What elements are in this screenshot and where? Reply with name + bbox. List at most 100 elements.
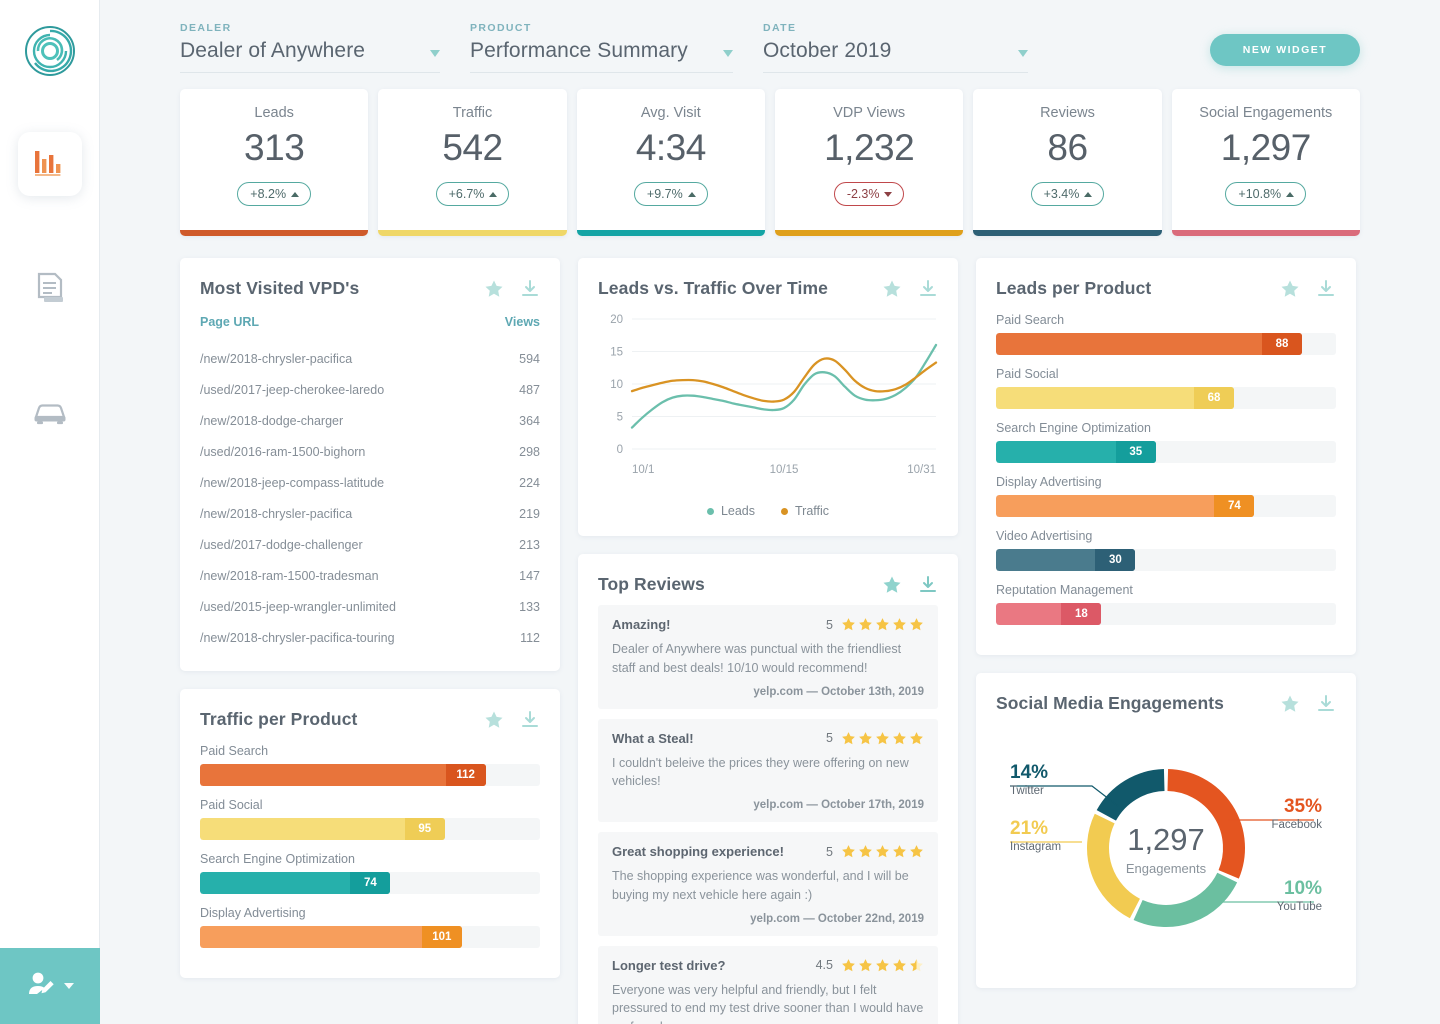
card-tools xyxy=(1280,694,1336,714)
table-row[interactable]: /used/2017-dodge-challenger 213 xyxy=(200,529,540,560)
donut-segment-twitter[interactable] xyxy=(1096,769,1165,822)
bar-track: 68 xyxy=(996,387,1336,409)
review-body: Everyone was very helpful and friendly, … xyxy=(612,982,924,1024)
cell-views: 133 xyxy=(519,599,540,614)
user-edit-icon xyxy=(26,970,56,1003)
y-axis-tick: 5 xyxy=(617,412,623,424)
kpi-delta-badge: +3.4% xyxy=(1030,182,1105,206)
bar-track: 95 xyxy=(200,818,540,840)
line-chart: 0 5 10 15 20 10/1 10/15 10/31 xyxy=(598,309,938,494)
line-series-traffic xyxy=(630,357,938,403)
review-source: yelp.com — October 17th, 2019 xyxy=(753,799,924,811)
y-axis-tick: 20 xyxy=(610,314,623,326)
table-row[interactable]: /new/2018-jeep-compass-latitude 224 xyxy=(200,467,540,498)
legend-item[interactable]: Traffic xyxy=(781,504,829,518)
bar-label: Display Advertising xyxy=(996,475,1102,489)
table-row[interactable]: /new/2018-ram-1500-tradesman 147 xyxy=(200,560,540,591)
filter-product-select[interactable]: Performance Summary xyxy=(470,39,733,73)
download-icon[interactable] xyxy=(1316,279,1336,299)
kpi-value: 542 xyxy=(442,127,503,168)
download-icon[interactable] xyxy=(918,575,938,595)
star-icon[interactable] xyxy=(1280,694,1300,714)
table-row[interactable]: /new/2018-dodge-charger 364 xyxy=(200,405,540,436)
table-row[interactable]: /new/2018-chrysler-pacifica-touring 112 xyxy=(200,622,540,653)
bar-track: 88 xyxy=(996,333,1336,355)
donut-label-name: Instagram xyxy=(1010,841,1061,853)
bar-row: Search Engine Optimization 74 xyxy=(200,852,540,894)
review-item[interactable]: Longer test drive? 4.5 Everyone was very h… xyxy=(598,945,938,1024)
review-item[interactable]: Amazing! 5 Dealer of Anywhere was punctual… xyxy=(598,605,938,709)
download-icon[interactable] xyxy=(520,279,540,299)
leads-vs-traffic-widget: Leads vs. Traffic Over Time 0 5 10 15 20 10/1… xyxy=(578,258,958,536)
donut-label-percent: 14% xyxy=(1010,762,1048,783)
bar-track: 18 xyxy=(996,603,1336,625)
filter-date-select[interactable]: October 2019 xyxy=(763,39,1028,73)
card-tools xyxy=(1280,279,1336,299)
star-icon[interactable] xyxy=(1280,279,1300,299)
bar-chart-icon xyxy=(33,147,67,182)
rating-value: 5 xyxy=(826,731,833,745)
donut-segment-youtube[interactable] xyxy=(1133,872,1238,927)
kpi-title: Traffic xyxy=(452,105,493,121)
filter-dealer-label: DEALER xyxy=(180,22,232,34)
star-rating xyxy=(841,958,924,973)
user-menu[interactable] xyxy=(0,948,100,1024)
most-visited-vpds-widget: Most Visited VPD's Page URL Views /new/2… xyxy=(180,258,560,671)
star-icon xyxy=(842,958,855,971)
social-media-engagements-widget: Social Media Engagements 1,297 Engagement… xyxy=(976,673,1356,988)
cell-page-url: /new/2018-chrysler-pacifica xyxy=(200,506,353,521)
star-icon[interactable] xyxy=(882,575,902,595)
download-icon[interactable] xyxy=(1316,694,1336,714)
star-icon xyxy=(910,845,923,858)
sidebar-item-dashboard[interactable] xyxy=(17,132,82,196)
review-body: The shopping experience was wonderful, a… xyxy=(612,869,909,902)
page-title: Traffic per Product xyxy=(200,709,358,729)
sidebar-nav xyxy=(17,132,82,448)
header: DEALER Dealer of Anywhere PRODUCT Perfor… xyxy=(100,0,1440,73)
sidebar-item-inventory[interactable] xyxy=(18,384,82,448)
review-rating: 5 xyxy=(826,617,924,632)
new-widget-button[interactable]: NEW WIDGET xyxy=(1210,34,1360,66)
legend-label: Leads xyxy=(720,504,755,518)
trend-up-icon xyxy=(291,191,300,197)
rating-value: 5 xyxy=(826,844,833,859)
table-row[interactable]: /used/2017-jeep-cherokee-laredo 487 xyxy=(200,374,540,405)
bar-label: Display Advertising xyxy=(200,906,306,920)
star-rating xyxy=(841,844,924,859)
bar-track: 74 xyxy=(200,872,540,894)
bar-label: Paid Search xyxy=(200,744,269,758)
sidebar-item-reports[interactable] xyxy=(18,258,82,322)
star-icon[interactable] xyxy=(484,279,504,299)
table-row[interactable]: /new/2018-chrysler-pacifica 219 xyxy=(200,498,540,529)
table-row[interactable]: /used/2015-jeep-wrangler-unlimited 133 xyxy=(200,591,540,622)
download-icon[interactable] xyxy=(520,710,540,730)
review-item[interactable]: What a Steal! 5 I couldn't beleive the pri… xyxy=(598,718,938,822)
kpi-delta-text: +3.4% xyxy=(1043,187,1080,201)
filter-dealer: DEALER Dealer of Anywhere xyxy=(180,22,440,73)
legend-item[interactable]: Leads xyxy=(706,504,755,518)
leads-bars: Paid Search 88 Paid Social 68 Search Engine … xyxy=(996,313,1336,625)
kpi-card: Reviews 86 +3.4% xyxy=(973,89,1162,236)
kpi-delta-text: +9.7% xyxy=(646,187,683,201)
download-icon[interactable] xyxy=(918,279,938,299)
bar-value: 35 xyxy=(1115,441,1156,463)
star-icon xyxy=(842,618,855,631)
table-row[interactable]: /new/2018-chrysler-pacifica 594 xyxy=(200,343,540,374)
kpi-card: Traffic 542 +6.7% xyxy=(378,89,567,236)
star-icon[interactable] xyxy=(484,710,504,730)
bar-label: Paid Social xyxy=(200,798,263,812)
kpi-delta-text: +6.7% xyxy=(448,187,485,201)
bar-track: 112 xyxy=(200,764,540,786)
bar-row: Paid Social 68 xyxy=(996,367,1336,409)
page-title: Social Media Engagements xyxy=(996,693,1225,713)
trend-down-icon xyxy=(884,191,893,197)
column-middle: Leads vs. Traffic Over Time 0 5 10 15 20 10/1… xyxy=(578,258,958,1024)
star-icon[interactable] xyxy=(882,279,902,299)
cell-page-url: /used/2016-ram-1500-bighorn xyxy=(200,444,366,459)
filter-dealer-select[interactable]: Dealer of Anywhere xyxy=(180,39,440,73)
table-row[interactable]: /used/2016-ram-1500-bighorn 298 xyxy=(200,436,540,467)
card-header: Most Visited VPD's xyxy=(200,278,540,299)
car-icon xyxy=(32,401,68,432)
star-icon xyxy=(876,618,889,631)
review-item[interactable]: Great shopping experience! 5 The shopping … xyxy=(598,832,938,936)
